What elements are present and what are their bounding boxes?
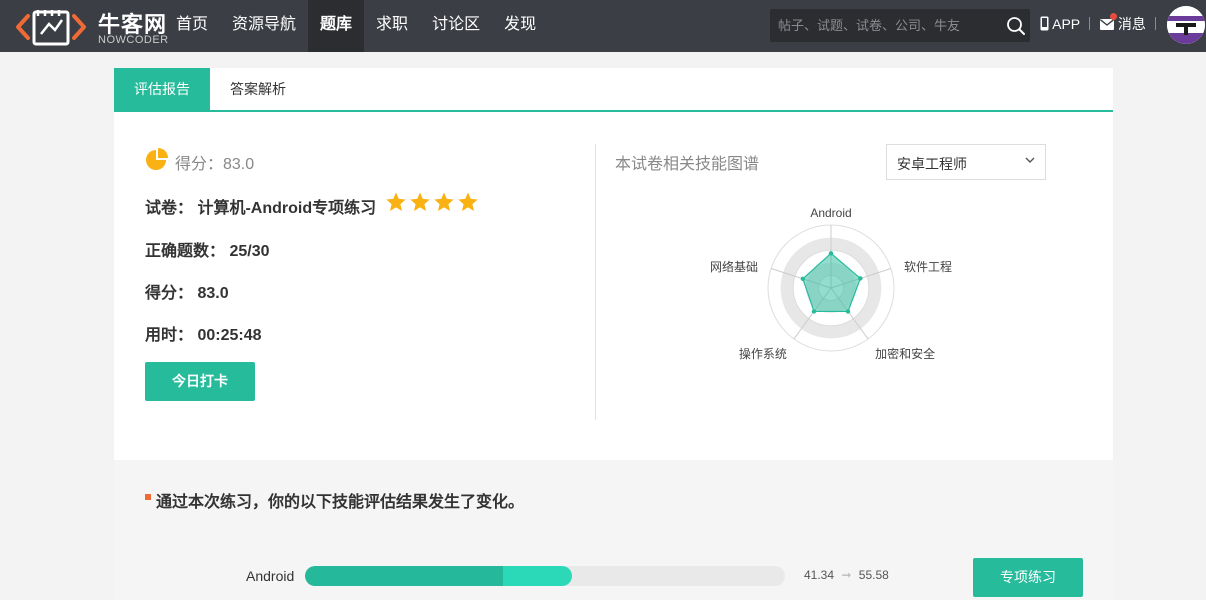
skill-bar-label: Android [246, 568, 295, 584]
nav-item-1[interactable]: 资源导航 [220, 0, 308, 52]
radar-point [800, 276, 806, 282]
score-line: 得分： 83.0 [145, 279, 229, 303]
top-navbar: 牛客网 NOWCODER 首页资源导航题库求职讨论区发现 APP 消息 [0, 0, 1206, 52]
logo-icon [16, 10, 86, 46]
messages-label: 消息 [1117, 16, 1146, 32]
nav-item-4[interactable]: 讨论区 [420, 0, 492, 52]
search-icon[interactable] [1006, 16, 1026, 36]
skill-progress-track [305, 566, 785, 586]
phone-icon [1040, 16, 1049, 31]
star-icon [434, 192, 454, 211]
skill-radar-chart: Android 软件工程加密和安全 操作系统 网络基础 [710, 208, 952, 361]
chevron-down-icon [1025, 157, 1035, 163]
separator [1155, 17, 1156, 30]
nav-item-2[interactable]: 题库 [308, 0, 365, 52]
paper-name: 计算机-Android专项练习 [197, 200, 377, 217]
time-value: 00:25:48 [197, 327, 262, 344]
messages-link[interactable]: 消息 [1100, 0, 1146, 52]
notification-dot [1110, 13, 1117, 20]
tab-bar: 评估报告 答案解析 [114, 68, 1113, 112]
score-value: 83.0 [197, 285, 229, 302]
separator [1089, 17, 1090, 30]
radar-axis-label: 加密和安全 [875, 346, 935, 361]
skill-score-after: 55.58 [858, 568, 889, 582]
time-line: 用时： 00:25:48 [145, 321, 262, 345]
radar-axis-label: Android [810, 208, 851, 220]
radar-axis-label: 网络基础 [710, 259, 758, 274]
tab-answer-analysis[interactable]: 答案解析 [210, 68, 306, 110]
skill-change-title: 通过本次练习，你的以下技能评估结果发生了变化。 [156, 494, 525, 511]
radar-axis-label: 软件工程 [904, 259, 952, 274]
report-card: 评估报告 答案解析 得分：83.0 试卷： 计算机-Android专项练习 正确… [114, 68, 1113, 600]
star-icon [386, 192, 406, 211]
star-icon [458, 192, 478, 211]
paper-label: 试卷： [145, 200, 194, 217]
section-marker [145, 494, 151, 500]
app-label: APP [1052, 16, 1081, 32]
nav-item-5[interactable]: 发现 [492, 0, 548, 52]
correct-label: 正确题数： [145, 243, 226, 260]
nav-item-0[interactable]: 首页 [164, 0, 220, 52]
time-label: 用时： [145, 327, 194, 344]
site-logo[interactable]: 牛客网 NOWCODER [12, 4, 168, 48]
nav-item-3[interactable]: 求职 [364, 0, 420, 52]
score-label: 得分： [145, 285, 194, 302]
skill-score-before: 41.34 [804, 568, 835, 582]
skill-map-title: 本试卷相关技能图谱 [615, 156, 760, 173]
role-select-value: 安卓工程师 [897, 156, 967, 172]
avatar[interactable] [1167, 6, 1205, 44]
difficulty-stars [385, 191, 485, 215]
tab-evaluation-report[interactable]: 评估报告 [114, 68, 210, 110]
skill-score-change: 41.34 ➞ 55.58 [804, 568, 889, 582]
correct-value: 25/30 [229, 243, 270, 260]
skill-progress-before [305, 566, 504, 586]
app-link[interactable]: APP [1040, 0, 1080, 52]
role-select[interactable]: 安卓工程师 [886, 144, 1046, 180]
score-summary: 得分：83.0 [145, 147, 275, 173]
star-icon [410, 192, 430, 211]
radar-point [811, 309, 817, 314]
search-input[interactable] [770, 9, 1000, 42]
logo-subtitle: NOWCODER [98, 34, 169, 46]
main-nav: 首页 资源导航 题库 求职 讨论区 发现 [164, 0, 548, 52]
arrow-right-icon: ➞ [841, 568, 852, 582]
pie-chart-icon [146, 148, 168, 170]
checkin-button[interactable]: 今日打卡 [145, 362, 255, 401]
score-summary-text: 得分：83.0 [175, 156, 255, 173]
radar-point [828, 251, 834, 256]
radar-axis-label: 操作系统 [739, 346, 787, 361]
mail-icon [1100, 19, 1114, 30]
avatar-image [1167, 6, 1205, 44]
special-practice-button[interactable]: 专项练习 [973, 558, 1083, 597]
radar-point [845, 309, 851, 314]
paper-line: 试卷： 计算机-Android专项练习 [145, 194, 376, 218]
correct-count-line: 正确题数： 25/30 [145, 237, 270, 261]
search-box [770, 9, 1030, 42]
radar-point [858, 276, 863, 281]
column-divider [595, 144, 596, 420]
